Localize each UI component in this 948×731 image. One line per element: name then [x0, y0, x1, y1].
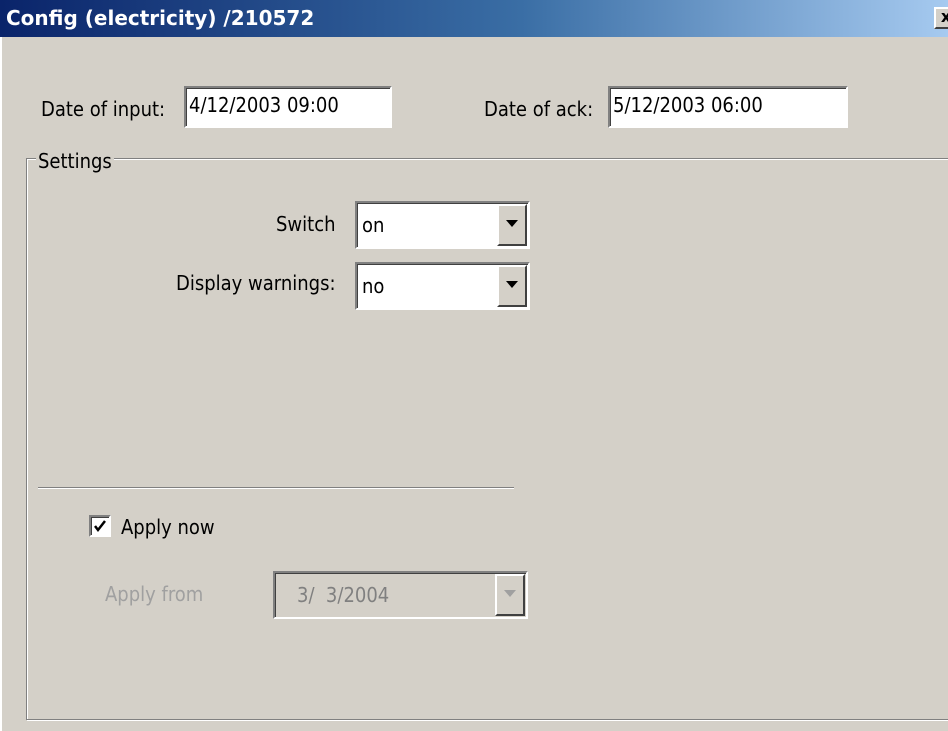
close-button[interactable]: x: [934, 7, 948, 29]
chevron-down-icon: [506, 220, 518, 227]
chevron-down-icon: [506, 281, 518, 288]
display-warnings-dropdown[interactable]: no: [355, 262, 530, 310]
switch-dropdown-arrow[interactable]: [497, 204, 527, 246]
apply-from-dropdown[interactable]: 3/ 3/2004: [273, 571, 528, 619]
apply-now-label[interactable]: Apply now: [121, 515, 215, 539]
date-of-ack-field[interactable]: 5/12/2003 06:00: [608, 86, 848, 128]
window-title: Config (electricity) /210572: [6, 6, 315, 30]
check-icon: [94, 520, 106, 533]
settings-legend: Settings: [36, 149, 114, 173]
chevron-down-icon: [504, 590, 516, 597]
apply-from-value: 3/ 3/2004: [297, 583, 390, 607]
display-warnings-dropdown-arrow[interactable]: [497, 265, 527, 307]
date-of-ack-label: Date of ack:: [484, 97, 594, 121]
switch-label: Switch: [276, 212, 336, 236]
separator-line: [38, 487, 514, 489]
apply-from-label: Apply from: [105, 582, 204, 606]
display-warnings-value: no: [362, 274, 385, 298]
date-of-input-label: Date of input:: [41, 97, 166, 121]
display-warnings-label: Display warnings:: [176, 271, 336, 295]
close-icon: x: [940, 7, 948, 26]
date-of-input-field[interactable]: 4/12/2003 09:00: [184, 86, 392, 128]
switch-value: on: [362, 213, 385, 237]
switch-dropdown[interactable]: on: [355, 201, 530, 249]
title-bar[interactable]: Config (electricity) /210572 x: [0, 0, 948, 37]
apply-from-dropdown-arrow[interactable]: [495, 574, 525, 616]
apply-now-checkbox[interactable]: [89, 515, 111, 537]
